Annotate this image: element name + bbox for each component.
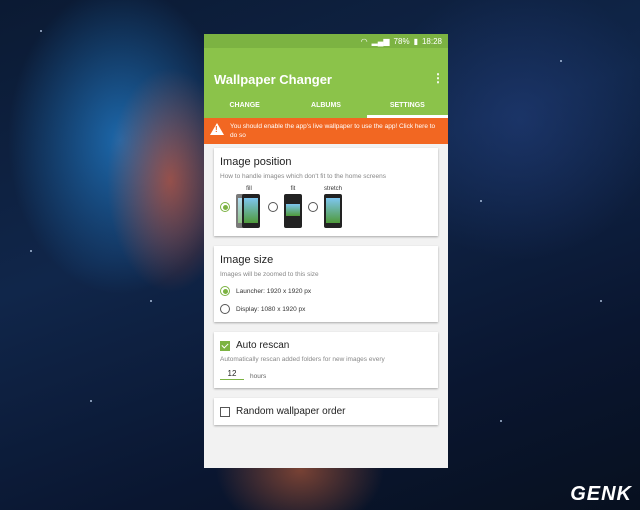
auto-rescan-card: Auto rescan Automatically rescan added f…: [214, 332, 438, 388]
auto-rescan-title: Auto rescan: [236, 340, 290, 351]
image-position-card: Image position How to handle images whic…: [214, 148, 438, 236]
settings-list: Image position How to handle images whic…: [204, 144, 448, 439]
image-size-title: Image size: [220, 254, 274, 266]
option-label-fit: fit: [290, 186, 296, 192]
size-option-launcher[interactable]: Launcher: 1920 x 1920 px: [220, 286, 432, 296]
signal-icon: ▂▄▆: [371, 36, 390, 46]
image-position-title: Image position: [220, 156, 292, 168]
random-order-title: Random wallpaper order: [236, 406, 346, 417]
live-wallpaper-banner[interactable]: ! You should enable the app's live wallp…: [204, 118, 448, 144]
fit-preview-icon: [284, 194, 302, 228]
radio-stretch[interactable]: [308, 202, 318, 212]
app-title: Wallpaper Changer: [214, 72, 332, 87]
radio-fill[interactable]: [220, 202, 230, 212]
wifi-icon: ◠: [360, 36, 368, 46]
genk-logo: GENK: [570, 483, 632, 505]
battery-level: 78%: [393, 36, 410, 46]
radio-fit[interactable]: [268, 202, 278, 212]
position-option-fit[interactable]: fit: [268, 186, 302, 228]
image-size-card: Image size Images will be zoomed to this…: [214, 246, 438, 322]
auto-rescan-checkbox[interactable]: [220, 340, 230, 351]
tab-change[interactable]: CHANGE: [204, 96, 285, 118]
tab-albums[interactable]: ALBUMS: [285, 96, 366, 118]
random-order-checkbox[interactable]: [220, 406, 230, 417]
auto-rescan-subtitle: Automatically rescan added folders for n…: [220, 356, 385, 363]
tab-settings[interactable]: SETTINGS: [366, 96, 448, 118]
warning-icon: !: [210, 123, 224, 135]
app-bar: Wallpaper Changer ⋮ CHANGE ALBUMS SETTIN…: [204, 48, 448, 118]
radio-display[interactable]: [220, 304, 230, 314]
random-order-toggle[interactable]: Random wallpaper order: [220, 406, 432, 417]
image-position-subtitle: How to handle images which don't fit to …: [220, 173, 386, 180]
position-option-stretch[interactable]: stretch: [308, 186, 342, 228]
fill-preview-icon: [236, 194, 262, 228]
overflow-menu-icon[interactable]: ⋮: [432, 72, 444, 84]
radio-launcher[interactable]: [220, 286, 230, 296]
status-bar: ◠ ▂▄▆ 78% ▮ 18:28: [204, 34, 448, 48]
rescan-interval-unit: hours: [250, 373, 267, 380]
clock: 18:28: [421, 36, 442, 46]
size-label-launcher: Launcher: 1920 x 1920 px: [236, 287, 312, 295]
option-label-stretch: stretch: [324, 186, 343, 192]
tab-bar: CHANGE ALBUMS SETTINGS: [204, 96, 448, 118]
option-label-fill: fill: [246, 186, 252, 192]
battery-icon: ▮: [413, 36, 418, 46]
position-option-fill[interactable]: fill: [220, 186, 262, 228]
size-label-display: Display: 1080 x 1920 px: [236, 305, 306, 313]
size-option-display[interactable]: Display: 1080 x 1920 px: [220, 304, 432, 314]
image-size-subtitle: Images will be zoomed to this size: [220, 271, 319, 278]
phone-screen: ◠ ▂▄▆ 78% ▮ 18:28 Wallpaper Changer ⋮ CH…: [204, 34, 448, 468]
rescan-interval-input[interactable]: 12: [220, 369, 244, 380]
stretch-preview-icon: [324, 194, 342, 228]
auto-rescan-toggle[interactable]: Auto rescan: [220, 340, 432, 351]
random-order-card: Random wallpaper order: [214, 398, 438, 425]
banner-text: You should enable the app's live wallpap…: [230, 123, 436, 139]
